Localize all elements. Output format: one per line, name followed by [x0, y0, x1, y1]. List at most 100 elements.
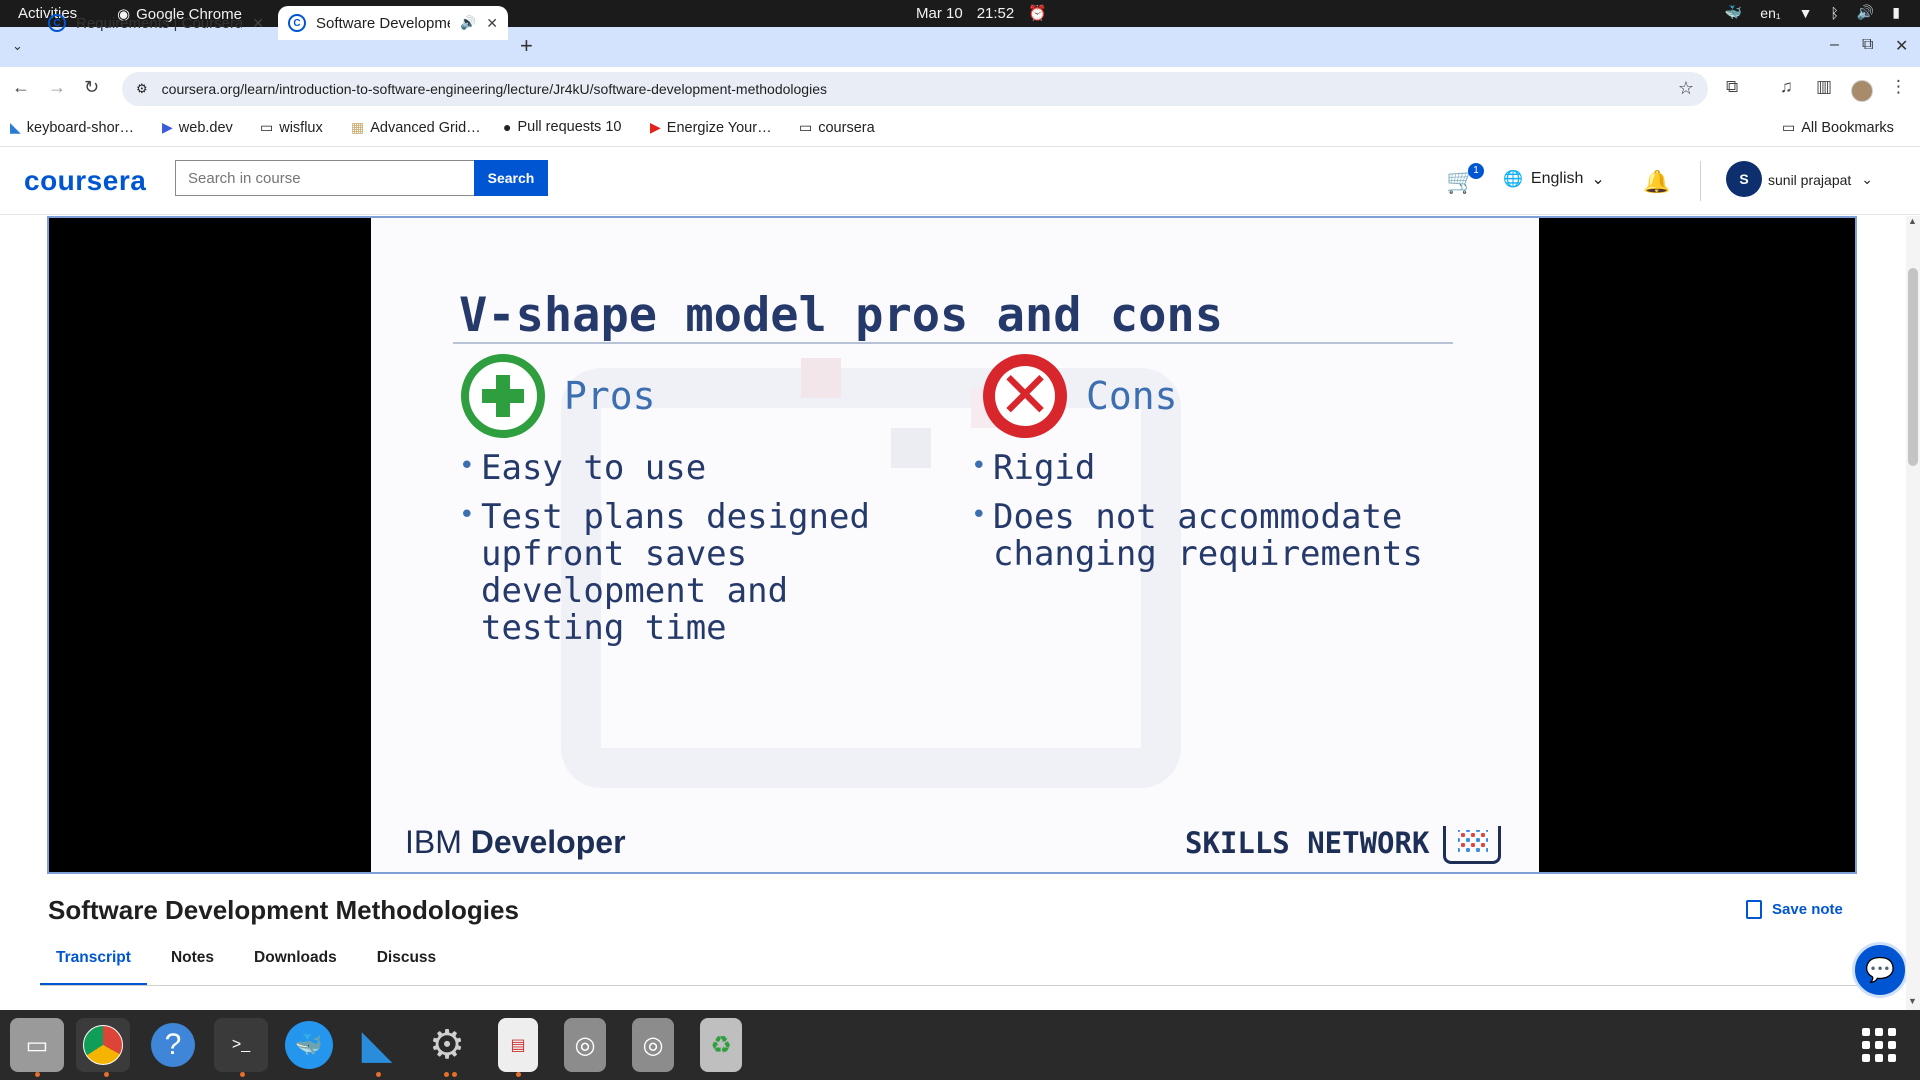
running-indicator	[104, 1072, 109, 1077]
tab-discuss[interactable]: Discuss	[361, 940, 452, 986]
ibm-text: IBM	[405, 824, 462, 860]
clock[interactable]: Mar 10 21:52 ⏰	[916, 4, 1047, 23]
volume-icon: 🔊	[1856, 4, 1875, 20]
coursera-favicon-icon: C	[288, 14, 306, 32]
pros-list: Easy to use Test plans designed upfront …	[459, 448, 919, 659]
vscode-icon[interactable]: ◣	[350, 1018, 404, 1072]
bookmark-item[interactable]: ▶ web.dev	[162, 119, 233, 136]
bookmark-label: web.dev	[178, 119, 233, 136]
slide-title: V-shape model pros and cons	[459, 288, 1224, 343]
running-indicator	[444, 1072, 449, 1077]
show-apps-icon[interactable]	[1862, 1028, 1896, 1062]
restore-icon[interactable]: ⧉	[1862, 36, 1873, 54]
disk-icon[interactable]: ◎	[564, 1018, 606, 1072]
lecture-tabs: Transcript Notes Downloads Discuss	[40, 940, 460, 986]
new-tab-icon[interactable]: +	[520, 33, 533, 59]
browser-toolbar: ← → ↻ ⚙ coursera.org/learn/introduction-…	[0, 67, 1920, 111]
bookmark-item[interactable]: ▭ coursera	[799, 119, 875, 136]
terminal-icon[interactable]: >_	[214, 1018, 268, 1072]
lecture-slide: V-shape model pros and cons ✕ Pros Cons …	[371, 218, 1539, 872]
docker-tray-icon: 🐳	[1724, 4, 1743, 20]
bookmarks-bar: ◣ keyboard-shor… ▶ web.dev ▭ wisflux ▦ Advan…	[0, 111, 1920, 147]
slide-title-underline	[453, 342, 1453, 344]
chat-icon[interactable]: 💬	[1852, 942, 1908, 998]
save-note-label: Save note	[1772, 901, 1843, 918]
developer-text: Developer	[470, 824, 626, 860]
forward-icon[interactable]: →	[48, 77, 66, 98]
close-tab-icon[interactable]: ✕	[252, 15, 264, 32]
save-note-button[interactable]: Save note	[1746, 900, 1843, 919]
bookmark-star-icon[interactable]: ☆	[1678, 78, 1694, 99]
search-input[interactable]	[175, 160, 475, 196]
x-mark-icon: ✕	[998, 359, 1052, 433]
tab-notes[interactable]: Notes	[155, 940, 230, 986]
user-menu[interactable]: sunil prajapat ⌄	[1768, 171, 1873, 188]
disk-icon[interactable]: ◎	[632, 1018, 674, 1072]
grid-icon: ▦	[351, 119, 365, 135]
side-panel-icon[interactable]: ▥	[1816, 77, 1832, 97]
bookmark-item[interactable]: ● Pull requests 10	[503, 119, 621, 135]
scroll-up-icon[interactable]: ▲	[1908, 216, 1917, 226]
bookmark-item[interactable]: ▭ wisflux	[260, 119, 323, 136]
globe-icon: 🌐	[1503, 171, 1523, 188]
language-selector[interactable]: 🌐 English ⌄	[1503, 169, 1605, 189]
address-bar[interactable]: ⚙ coursera.org/learn/introduction-to-sof…	[122, 72, 1708, 106]
chrome-icon[interactable]	[76, 1018, 130, 1072]
extensions-icon[interactable]: ⧉	[1726, 77, 1738, 97]
running-indicator	[240, 1072, 245, 1077]
document-viewer-icon[interactable]: ▤	[498, 1018, 538, 1072]
tab-software-development[interactable]: C Software Developme 🔊 ✕	[278, 6, 508, 40]
bookmark-label: keyboard-shor…	[26, 119, 134, 136]
chevron-down-icon: ⌄	[1591, 171, 1605, 188]
chevron-down-icon: ⌄	[1861, 171, 1874, 187]
dock: ▭ ? >_ 🐳 ◣ ⚙ ▤ ◎ ◎ ♻	[0, 1010, 1920, 1080]
language-label: English	[1530, 170, 1584, 187]
folder-icon: ▭	[799, 119, 813, 135]
files-icon[interactable]: ▭	[10, 1018, 64, 1072]
coursera-logo[interactable]: coursera	[24, 165, 146, 197]
plus-circle-icon	[461, 354, 545, 438]
scrollbar-thumb[interactable]	[1908, 268, 1918, 466]
help-icon[interactable]: ?	[146, 1018, 200, 1072]
back-icon[interactable]: ←	[12, 77, 30, 98]
ibm-developer-logo: IBM Developer	[405, 824, 626, 861]
bluetooth-icon: ᛒ	[1830, 4, 1839, 21]
bookmark-item[interactable]: ◣ keyboard-shor…	[10, 119, 134, 136]
close-window-icon[interactable]: ✕	[1895, 36, 1908, 56]
all-bookmarks-label: All Bookmarks	[1801, 119, 1894, 136]
media-controls-icon[interactable]: ♫	[1780, 77, 1793, 97]
running-indicator	[376, 1072, 381, 1077]
bookmark-item[interactable]: ▶ Energize Your…	[650, 119, 772, 136]
github-icon: ●	[503, 119, 512, 135]
folder-icon: ▭	[260, 119, 274, 135]
system-tray[interactable]: 🐳 en₁ ▼ ᛒ 🔊 ▮	[1725, 4, 1900, 21]
skills-network-logo: SKILLS NETWORK	[1185, 826, 1430, 860]
tab-title: Software Developme	[316, 14, 451, 32]
running-indicator	[452, 1072, 457, 1077]
search-button[interactable]: Search	[474, 160, 548, 196]
reload-icon[interactable]: ↻	[84, 77, 99, 98]
profile-avatar[interactable]	[1851, 80, 1873, 102]
tab-title: Requirements | Coursera	[76, 14, 243, 32]
date: Mar 10	[916, 4, 963, 22]
notifications-bell-icon[interactable]: 🔔	[1643, 169, 1670, 195]
user-avatar[interactable]: S	[1726, 161, 1762, 197]
docker-icon[interactable]: 🐳	[282, 1018, 336, 1072]
settings-icon[interactable]: ⚙	[420, 1018, 474, 1072]
tab-search-chevron-icon[interactable]: ⌄	[12, 38, 23, 54]
tab-requirements[interactable]: C Requirements | Coursera ✕	[38, 6, 274, 40]
tab-transcript[interactable]: Transcript	[40, 940, 147, 986]
wifi-icon: ▼	[1798, 4, 1813, 21]
cons-heading: Cons	[1086, 374, 1178, 418]
close-tab-icon[interactable]: ✕	[486, 15, 498, 32]
bookmark-item[interactable]: ▦ Advanced Grid…	[351, 119, 481, 136]
trash-icon[interactable]: ♻	[700, 1018, 742, 1072]
video-player[interactable]: V-shape model pros and cons ✕ Pros Cons …	[47, 216, 1857, 874]
all-bookmarks[interactable]: ▭ All Bookmarks	[1782, 119, 1894, 136]
tab-downloads[interactable]: Downloads	[238, 940, 353, 986]
minimize-icon[interactable]: –	[1830, 36, 1839, 54]
site-info-icon[interactable]: ⚙	[136, 81, 148, 97]
scroll-down-icon[interactable]: ▼	[1908, 996, 1917, 1006]
audio-playing-icon[interactable]: 🔊	[460, 15, 476, 31]
chrome-menu-icon[interactable]: ⋮	[1890, 77, 1907, 97]
